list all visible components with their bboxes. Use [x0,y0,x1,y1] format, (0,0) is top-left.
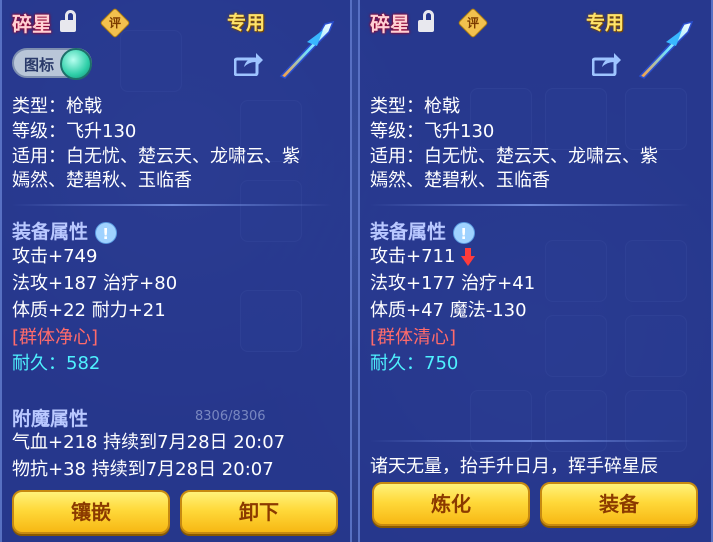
enchant-line-1: 气血+218 持续到7月28日 20:07 [12,432,286,453]
stat-body: 体质+22 耐力+21 [12,300,166,321]
info-tip-icon[interactable]: ! [452,221,475,244]
item-level: 等级：飞升130 [370,121,495,142]
item-title: 碎星 [370,12,410,36]
compare-item-tooltip: 碎星 评 专用 类型：枪戟 等级：飞升130 适用：白无忧、楚云天、龙啸云、紫 … [358,0,713,542]
exclusive-tag: 专用 [586,12,625,34]
skill-name: [群体清心] [370,327,457,348]
equip-button[interactable]: 装备 [540,482,698,526]
rating-badge-icon[interactable]: 评 [457,7,489,39]
exclusive-tag: 专用 [227,12,266,34]
unequip-button[interactable]: 卸下 [180,490,338,534]
flavor-text: 诸天无量，抬手升日月，挥手碎星辰 [370,456,658,477]
lock-open-icon[interactable] [60,10,78,32]
attr-header-label: 装备属性 [370,221,447,243]
durability: 耐久：750 [370,351,458,376]
stat-magic-heal: 法攻+177 治疗+41 [370,273,536,294]
stat-attack: 攻击+711 [370,244,476,269]
stat-attack-value: 攻击+711 [370,246,456,267]
enchant-section-header: 附魔属性 [12,408,89,430]
stat-magic-heal: 法攻+187 治疗+80 [12,273,178,294]
divider [12,204,332,206]
attr-section-header: 装备属性 ! [12,217,117,244]
item-applicable-line1: 适用：白无忧、楚云天、龙啸云、紫 [370,146,658,167]
info-tip-icon[interactable]: ! [94,221,117,244]
item-type: 类型：枪戟 [370,96,460,117]
durability-value: 582 [66,353,101,374]
skill-name: [群体净心] [12,327,99,348]
lock-open-icon[interactable] [418,10,436,32]
durability-value: 750 [424,353,459,374]
item-applicable-line1: 适用：白无忧、楚云天、龙啸云、紫 [12,146,300,167]
toggle-knob [60,48,92,80]
attr-section-header: 装备属性 ! [370,217,475,244]
item-applicable-line2: 嫣然、楚碧秋、玉临香 [12,170,192,191]
durability-label: 耐久： [370,353,424,374]
hp-counter: 8306/8306 [195,409,266,424]
attr-header-label: 装备属性 [12,221,89,243]
weapon-spear-icon [279,20,335,79]
durability: 耐久：582 [12,351,100,376]
inlay-button[interactable]: 镶嵌 [12,490,170,534]
divider [370,440,690,442]
item-title: 碎星 [12,12,52,36]
enchant-line-2: 物抗+38 持续到7月28日 20:07 [12,459,274,480]
durability-label: 耐久： [12,353,66,374]
item-level: 等级：飞升130 [12,121,137,142]
refine-button[interactable]: 炼化 [372,482,530,526]
equipped-item-tooltip: 碎星 评 专用 图标 类型：枪戟 等级：飞升130 适用：白无忧、楚云天、龙啸云… [0,0,352,542]
rating-badge-label: 评 [466,16,479,30]
stat-attack: 攻击+749 [12,246,98,267]
icon-toggle[interactable]: 图标 [12,48,92,80]
icon-toggle-label: 图标 [24,56,55,74]
item-type: 类型：枪戟 [12,96,102,117]
item-applicable-line2: 嫣然、楚碧秋、玉临香 [370,170,550,191]
rating-badge-icon[interactable]: 评 [99,7,131,39]
stat-body: 体质+47 魔法-130 [370,300,527,321]
divider [370,204,690,206]
rating-badge-label: 评 [108,16,121,30]
share-icon[interactable] [234,52,264,76]
stat-decrease-arrow-icon [461,248,476,266]
share-icon[interactable] [592,52,622,76]
weapon-spear-icon [638,20,694,79]
